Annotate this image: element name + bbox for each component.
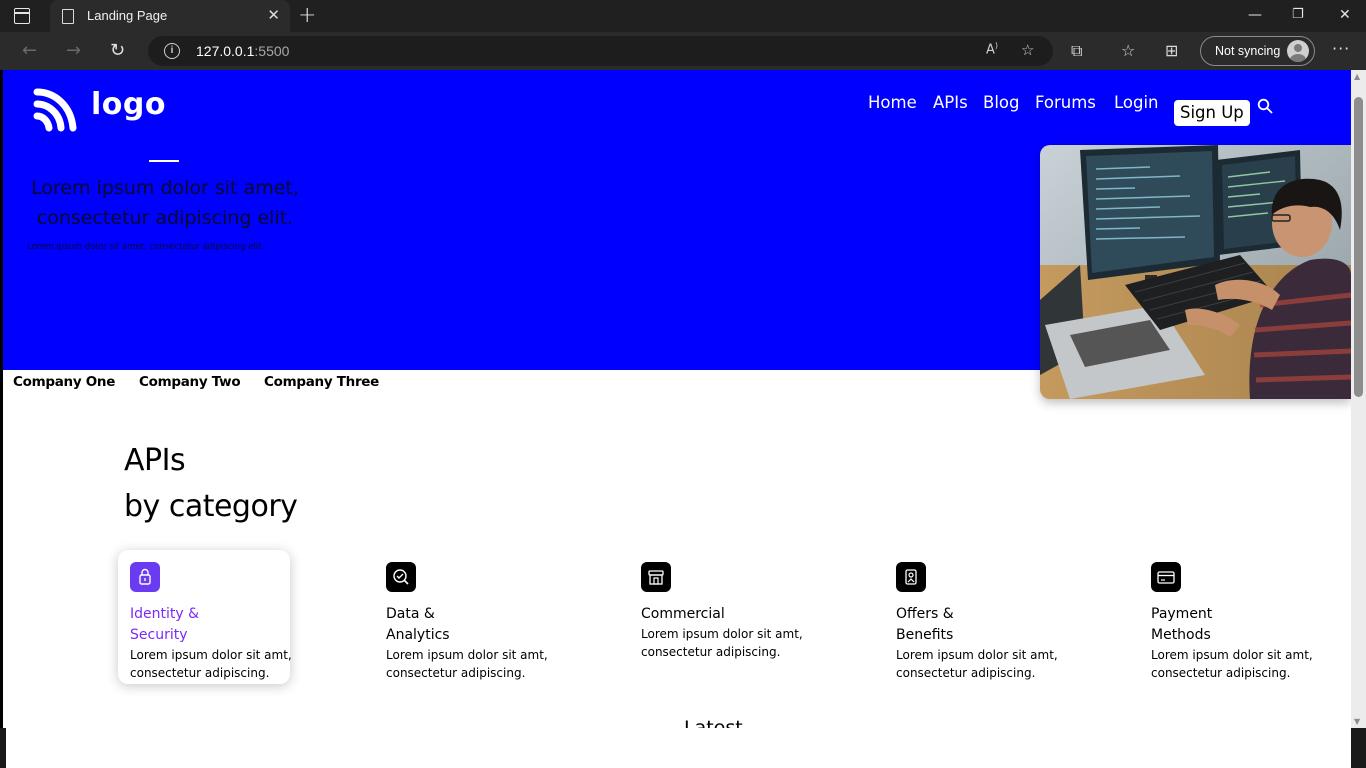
- category-title-line2: Benefits: [896, 627, 954, 643]
- search-icon[interactable]: [1257, 98, 1273, 114]
- category-card-identity-security[interactable]: Identity & Security Lorem ipsum dolor si…: [118, 550, 292, 684]
- nav-login[interactable]: Login: [1114, 93, 1159, 112]
- category-desc-line1: Lorem ipsum dolor sit amt,: [130, 648, 292, 662]
- avatar: [1287, 40, 1309, 62]
- close-tab-icon[interactable]: ✕: [267, 6, 280, 24]
- nav-home[interactable]: Home: [868, 93, 917, 112]
- category-desc-line1: Lorem ipsum dolor sit amt,: [896, 648, 1058, 662]
- company-two: Company Two: [139, 374, 241, 390]
- close-window-icon[interactable]: ✕: [1339, 7, 1351, 23]
- more-icon[interactable]: ···: [1332, 39, 1350, 58]
- url-text[interactable]: 127.0.0.1:5500: [196, 43, 289, 59]
- apis-heading: APIs by category: [124, 438, 298, 530]
- hero-title-line2: consectetur adipiscing elit.: [36, 207, 294, 229]
- category-card-data-analytics[interactable]: Data & Analytics Lorem ipsum dolor sit a…: [374, 550, 548, 684]
- hero-subtitle: Lorem ipsum dolor sit amet, consectetur …: [27, 242, 265, 252]
- category-desc-line1: Lorem ipsum dolor sit amt,: [641, 627, 803, 641]
- category-description: Lorem ipsum dolor sit amt, consectetur a…: [130, 646, 330, 682]
- tab-actions-icon[interactable]: [14, 8, 30, 24]
- category-title-line1: Commercial: [641, 606, 725, 622]
- bottom-edge: [0, 728, 1366, 768]
- scroll-down-icon[interactable]: ▼: [1354, 717, 1360, 726]
- programmer-illustration: [1040, 145, 1351, 399]
- credit-card-icon: [1151, 562, 1181, 592]
- latest-heading: Latest: [684, 717, 743, 728]
- profile-button[interactable]: Not syncing: [1200, 36, 1315, 66]
- hero-title-line1: Lorem ipsum dolor sit amet,: [31, 177, 299, 199]
- hero-divider: [149, 160, 179, 162]
- category-desc-line1: Lorem ipsum dolor sit amt,: [1151, 648, 1313, 662]
- nav-blog[interactable]: Blog: [983, 93, 1019, 112]
- favorites-icon[interactable]: ☆: [1121, 41, 1135, 60]
- category-description: Lorem ipsum dolor sit amt, consectetur a…: [386, 646, 586, 682]
- category-description: Lorem ipsum dolor sit amt, consectetur a…: [896, 646, 1096, 682]
- browser-tab[interactable]: Landing Page ✕: [50, 0, 290, 32]
- browser-toolbar: ← → ↻ i 127.0.0.1:5500 A) ☆ ⧉ ☆ ⊞ Not sy…: [0, 32, 1366, 70]
- collections-icon[interactable]: ⊞: [1165, 41, 1178, 60]
- extensions-icon[interactable]: ⧉: [1071, 41, 1082, 61]
- category-title: Identity & Security: [130, 604, 280, 646]
- category-title-line2: Methods: [1151, 627, 1211, 643]
- category-desc-line2: consectetur adipiscing.: [641, 645, 781, 659]
- scroll-thumb[interactable]: [1354, 97, 1363, 397]
- url-host: 127.0.0.1: [196, 43, 255, 59]
- hero-title: Lorem ipsum dolor sit amet, consectetur …: [19, 173, 311, 233]
- company-one: Company One: [13, 374, 116, 390]
- category-card-offers-benefits[interactable]: Offers & Benefits Lorem ipsum dolor sit …: [884, 550, 1058, 684]
- hero-image: [1040, 145, 1351, 399]
- forward-icon[interactable]: →: [66, 40, 81, 61]
- nav-apis[interactable]: APIs: [933, 93, 968, 112]
- category-title-line2: Security: [130, 627, 188, 643]
- page-icon: [62, 9, 74, 24]
- nav-forums[interactable]: Forums: [1035, 93, 1096, 112]
- site-info-icon[interactable]: i: [164, 43, 180, 59]
- category-title: Data & Analytics: [386, 604, 536, 646]
- tab-title: Landing Page: [87, 8, 168, 23]
- category-card-commercial[interactable]: Commercial Lorem ipsum dolor sit amt, co…: [629, 550, 803, 684]
- category-title-line1: Payment: [1151, 606, 1213, 622]
- read-aloud-icon[interactable]: A): [986, 41, 998, 57]
- analytics-icon: [386, 562, 416, 592]
- page-scrollbar[interactable]: ▲ ▼: [1351, 70, 1366, 728]
- category-desc-line2: consectetur adipiscing.: [386, 666, 526, 680]
- add-favorite-icon[interactable]: ☆: [1021, 41, 1034, 59]
- new-tab-icon[interactable]: +: [298, 3, 316, 28]
- gift-icon: [896, 562, 926, 592]
- company-three: Company Three: [264, 374, 380, 390]
- page-viewport: logo Home APIs Blog Forums Login Sign Up…: [3, 70, 1351, 728]
- browser-titlebar: Landing Page ✕ + — ❐ ✕: [0, 0, 1366, 32]
- category-title: Payment Methods: [1151, 604, 1301, 646]
- category-card-payment-methods[interactable]: Payment Methods Lorem ipsum dolor sit am…: [1139, 550, 1313, 684]
- url-port: :5500: [254, 43, 290, 59]
- category-title-line1: Data &: [386, 606, 435, 622]
- address-bar[interactable]: i 127.0.0.1:5500 A) ☆: [148, 36, 1053, 66]
- apis-heading-line2: by category: [124, 489, 298, 524]
- refresh-icon[interactable]: ↻: [110, 40, 125, 61]
- sign-up-button[interactable]: Sign Up: [1174, 100, 1250, 126]
- category-desc-line2: consectetur adipiscing.: [130, 666, 270, 680]
- minimize-icon[interactable]: —: [1248, 7, 1262, 23]
- category-desc-line2: consectetur adipiscing.: [896, 666, 1036, 680]
- profile-label: Not syncing: [1215, 44, 1281, 58]
- lock-icon: [130, 562, 160, 592]
- apis-heading-line1: APIs: [124, 443, 186, 478]
- category-title: Offers & Benefits: [896, 604, 1046, 646]
- logo[interactable]: logo: [33, 86, 173, 132]
- category-title-line1: Offers &: [896, 606, 954, 622]
- restore-icon[interactable]: ❐: [1292, 7, 1304, 22]
- scroll-up-icon[interactable]: ▲: [1354, 72, 1360, 81]
- category-title: Commercial: [641, 604, 791, 625]
- category-description: Lorem ipsum dolor sit amt, consectetur a…: [641, 625, 841, 661]
- back-icon[interactable]: ←: [22, 40, 37, 61]
- category-title-line1: Identity &: [130, 606, 200, 622]
- category-title-line2: Analytics: [386, 627, 450, 643]
- category-desc-line2: consectetur adipiscing.: [1151, 666, 1291, 680]
- logo-text: logo: [91, 87, 166, 122]
- logo-icon: [33, 88, 77, 132]
- store-icon: [641, 562, 671, 592]
- category-desc-line1: Lorem ipsum dolor sit amt,: [386, 648, 548, 662]
- category-description: Lorem ipsum dolor sit amt, consectetur a…: [1151, 646, 1351, 682]
